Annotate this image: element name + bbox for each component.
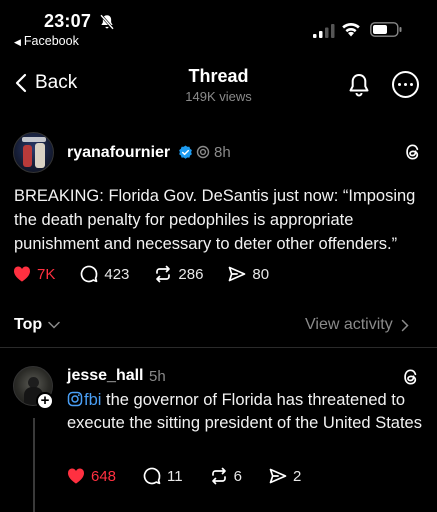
threads-logo-icon[interactable] [402, 368, 420, 386]
repost-icon [211, 467, 226, 485]
like-button[interactable]: 648 [66, 466, 116, 486]
signal-icon [313, 24, 335, 38]
back-app-label: Facebook [23, 34, 79, 48]
thread-connector-line [33, 418, 35, 512]
wifi-icon [342, 22, 360, 37]
threads-badge-icon [196, 145, 210, 159]
comment-count: 423 [104, 265, 130, 283]
verified-icon [179, 145, 192, 159]
bell-off-icon [100, 14, 114, 30]
like-count: 648 [91, 467, 117, 485]
repost-count: 286 [178, 265, 204, 283]
like-button[interactable]: 7K [12, 264, 55, 284]
comment-icon [143, 467, 161, 485]
share-button[interactable]: 80 [227, 264, 269, 284]
view-count: 149K views [185, 89, 252, 104]
comment-button[interactable]: 11 [142, 466, 183, 486]
view-activity-link[interactable]: View activity [305, 316, 409, 334]
chevron-down-icon [48, 321, 60, 329]
repost-icon [156, 265, 171, 283]
share-icon [269, 468, 287, 484]
comment-button[interactable]: 423 [79, 264, 129, 284]
post-actions: 7K 423 286 80 [12, 264, 293, 284]
view-activity-label: View activity [305, 316, 393, 333]
reply-body: the governor of Florida has threatened t… [67, 391, 422, 432]
mention-link[interactable]: fbi [67, 391, 101, 409]
post-time: 8h [214, 144, 231, 161]
like-count: 7K [37, 265, 56, 283]
comment-count: 11 [167, 467, 183, 485]
sort-dropdown[interactable]: Top [14, 316, 60, 334]
avatar[interactable] [13, 132, 54, 173]
post-username[interactable]: ryanafournier [67, 144, 170, 162]
back-triangle-icon: ◀ [14, 37, 21, 47]
divider [0, 347, 437, 348]
threads-logo-icon[interactable] [404, 143, 422, 161]
status-time: 23:07 [44, 11, 92, 31]
post-text: BREAKING: Florida Gov. DeSantis just now… [14, 187, 416, 253]
sort-label: Top [14, 316, 43, 333]
thread-header: Back Thread 149K views [0, 60, 437, 110]
dot [404, 83, 407, 86]
reply-username[interactable]: jesse_hall [67, 367, 144, 385]
repost-button[interactable]: 286 [153, 264, 203, 284]
chevron-right-icon [401, 319, 409, 331]
instagram-icon [67, 391, 83, 407]
share-button[interactable]: 2 [268, 466, 301, 486]
status-bar: 23:07 ◀ Facebook [0, 0, 437, 52]
dot [398, 83, 401, 86]
share-count: 2 [292, 467, 302, 485]
reply-actions: 648 11 6 2 [66, 466, 327, 486]
comment-icon [81, 265, 98, 283]
heart-icon [13, 266, 31, 282]
share-icon [229, 266, 246, 282]
bell-icon[interactable] [347, 72, 371, 98]
dot [410, 83, 413, 86]
share-count: 80 [252, 265, 270, 283]
repost-button[interactable]: 6 [209, 466, 242, 486]
reply-text: fbi the governor of Florida has threaten… [67, 389, 427, 434]
more-options-button[interactable] [392, 71, 419, 98]
repost-count: 6 [233, 467, 242, 485]
battery-icon [370, 22, 402, 37]
mention-handle: fbi [84, 391, 102, 409]
follow-plus-button[interactable]: + [36, 392, 54, 410]
heart-icon [67, 468, 85, 484]
reply-time: 5h [149, 368, 166, 385]
back-to-app-link[interactable]: ◀ Facebook [14, 34, 79, 48]
page-title: Thread [188, 66, 249, 86]
